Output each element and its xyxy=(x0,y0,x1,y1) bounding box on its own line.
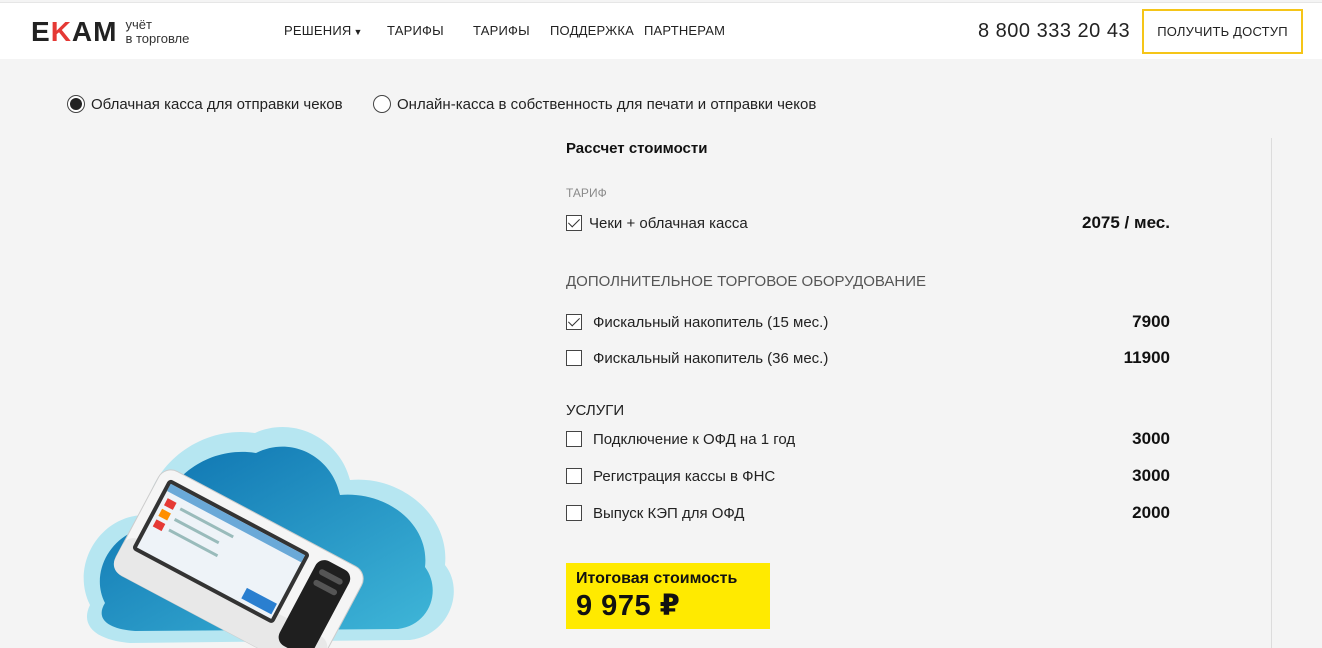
equipment-option-15[interactable]: Фискальный накопитель (15 мес.) 7900 xyxy=(566,311,1170,333)
site-header: E K AM учёт в торговле РЕШЕНИЯ ▼ ТАРИФЫ ТАР… xyxy=(0,2,1322,59)
checkbox-checked-icon[interactable] xyxy=(566,314,582,330)
caret-down-icon: ▼ xyxy=(353,27,363,37)
service-label-ofd: Подключение к ОФД на 1 год xyxy=(593,430,796,448)
logo-tagline-line-2: в торговле xyxy=(125,31,190,46)
service-price-kep: 2000 xyxy=(1132,503,1170,522)
service-option-fns[interactable]: Регистрация кассы в ФНС 3000 xyxy=(566,465,1170,487)
logo-tagline-line-1: учёт xyxy=(125,17,152,32)
service-option-kep[interactable]: Выпуск КЭП для ОФД 2000 xyxy=(566,502,1170,524)
calc-title: Рассчет стоимости xyxy=(566,140,708,157)
checkbox-unchecked-icon[interactable] xyxy=(566,505,582,521)
equipment-option-36[interactable]: Фискальный накопитель (36 мес.) 11900 xyxy=(566,347,1170,369)
tariff-option[interactable]: Чеки + облачная касса 2075 / мес. xyxy=(566,212,1170,234)
cloud-terminal-illustration xyxy=(83,427,454,648)
equipment-label-36: Фискальный накопитель (36 мес.) xyxy=(593,349,829,367)
equipment-label-15: Фискальный накопитель (15 мес.) xyxy=(593,313,829,331)
service-price-ofd: 3000 xyxy=(1132,429,1170,448)
equipment-price-15: 7900 xyxy=(1132,312,1170,331)
total-label: Итоговая стоимость xyxy=(576,570,738,587)
service-option-ofd[interactable]: Подключение к ОФД на 1 год 3000 xyxy=(566,428,1170,450)
radio-cloud-kassa-label: Облачная касса для отправки чеков xyxy=(91,95,343,113)
tariff-price: 2075 / мес. xyxy=(1082,213,1170,232)
radio-cloud-kassa[interactable]: Облачная касса для отправки чеков xyxy=(67,95,343,113)
service-label-fns: Регистрация кассы в ФНС xyxy=(593,467,776,485)
service-price-fns: 3000 xyxy=(1132,466,1170,485)
checkbox-unchecked-icon[interactable] xyxy=(566,431,582,447)
nav-item-tariffs-2[interactable]: ТАРИФЫ xyxy=(473,23,530,38)
radio-online-kassa-label: Онлайн-касса в собственность для печати … xyxy=(397,95,817,113)
tariff-label: Чеки + облачная касса xyxy=(589,214,748,232)
radio-selected-icon[interactable] xyxy=(67,95,85,113)
logo[interactable]: E K AM учёт в торговле xyxy=(31,15,189,49)
radio-unselected-icon[interactable] xyxy=(373,95,391,113)
tariff-heading: ТАРИФ xyxy=(566,186,607,200)
nav-item-solutions[interactable]: РЕШЕНИЯ ▼ xyxy=(284,23,363,38)
checkbox-checked-icon[interactable] xyxy=(566,215,582,231)
nav-item-tariffs[interactable]: ТАРИФЫ xyxy=(387,23,444,38)
logo-tagline: учёт в торговле xyxy=(125,18,189,46)
equipment-price-36: 11900 xyxy=(1123,348,1170,367)
nav-item-partners[interactable]: ПАРТНЕРАМ xyxy=(644,23,725,38)
total-value: 9 975 ₽ xyxy=(576,590,681,622)
phone-number[interactable]: 8 800 333 20 43 xyxy=(978,20,1130,43)
total-box: Итоговая стоимость 9 975 ₽ xyxy=(566,563,770,629)
get-access-button[interactable]: ПОЛУЧИТЬ ДОСТУП xyxy=(1142,9,1303,54)
nav-item-support[interactable]: ПОДДЕРЖКА xyxy=(550,23,634,38)
checkbox-unchecked-icon[interactable] xyxy=(566,468,582,484)
nav-item-solutions-label: РЕШЕНИЯ xyxy=(284,23,352,38)
equipment-heading: ДОПОЛНИТЕЛЬНОЕ ТОРГОВОЕ ОБОРУДОВАНИЕ xyxy=(566,273,927,290)
checkbox-unchecked-icon[interactable] xyxy=(566,350,582,366)
service-label-kep: Выпуск КЭП для ОФД xyxy=(593,504,745,522)
logo-mark: E K AM xyxy=(31,16,118,47)
divider xyxy=(1271,138,1272,648)
services-heading: УСЛУГИ xyxy=(566,402,625,419)
radio-online-kassa[interactable]: Онлайн-касса в собственность для печати … xyxy=(373,95,816,113)
